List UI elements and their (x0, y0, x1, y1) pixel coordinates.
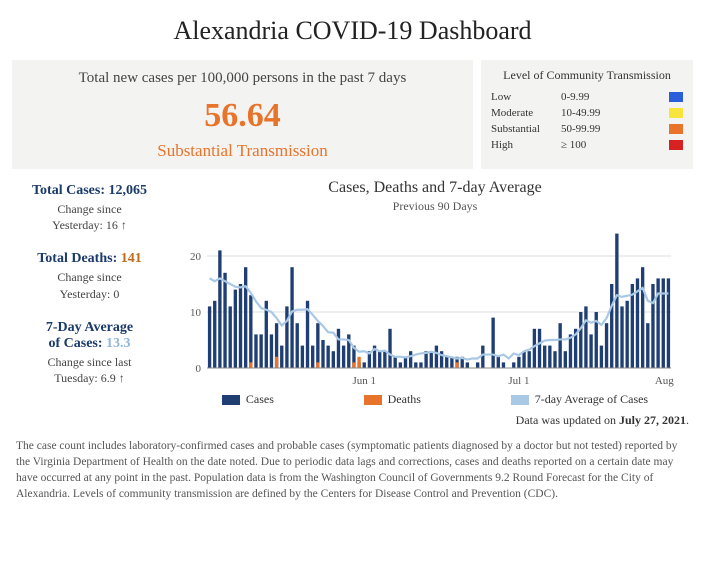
change-value: Yesterday: 16 (52, 218, 127, 232)
metric-box: Total new cases per 100,000 persons in t… (12, 60, 473, 169)
stat-sub: Change since Yesterday: 0 (12, 269, 167, 301)
stat-value: 141 (121, 251, 142, 266)
legend-name: High (491, 139, 561, 151)
stat-sub: Change since last Tuesday: 6.9 (12, 354, 167, 386)
change-line: Yesterday: 0 (12, 286, 167, 302)
legend-row-high: High ≥ 100 (491, 137, 683, 153)
svg-text:10: 10 (190, 307, 202, 319)
chart-title: Cases, Deaths and 7-day Average (177, 179, 693, 197)
change-value: Tuesday: 6.9 (54, 371, 125, 385)
stat-label: Total Deaths: (37, 251, 121, 266)
legend-item-deaths: Deaths (364, 392, 421, 407)
stat-head: Total Cases: 12,065 (12, 183, 167, 199)
main-row: Total Cases: 12,065 Change since Yesterd… (12, 179, 693, 407)
legend-row-substantial: Substantial 50-99.99 (491, 121, 683, 137)
legend-swatch-deaths-icon (364, 395, 382, 405)
metric-status: Substantial Transmission (24, 141, 461, 161)
page-title: Alexandria COVID-19 Dashboard (12, 16, 693, 46)
summary-row: Total new cases per 100,000 persons in t… (12, 60, 693, 169)
transmission-legend: Level of Community Transmission Low 0-9.… (481, 60, 693, 169)
svg-text:20: 20 (190, 251, 202, 263)
change-line: Change since (12, 201, 167, 217)
metric-label: Total new cases per 100,000 persons in t… (24, 70, 461, 87)
change-value: Yesterday: 0 (60, 287, 120, 301)
swatch-substantial-icon (669, 124, 683, 134)
stat-value: 13.3 (106, 336, 131, 351)
change-line: Change since last (12, 354, 167, 370)
stat-value: 12,065 (109, 183, 148, 198)
change-line: Yesterday: 16 (12, 217, 167, 233)
legend-row-moderate: Moderate 10-49.99 (491, 105, 683, 121)
legend-swatch-cases-icon (222, 395, 240, 405)
stats-column: Total Cases: 12,065 Change since Yesterd… (12, 179, 167, 407)
legend-name: Low (491, 91, 561, 103)
stat-label: of Cases: 13.3 (12, 336, 167, 352)
chart-column: Cases, Deaths and 7-day Average Previous… (177, 179, 693, 407)
legend-name: Substantial (491, 123, 561, 135)
legend-range: 50-99.99 (561, 123, 669, 135)
chart-legend: Cases Deaths 7-day Average of Cases (177, 392, 693, 407)
svg-text:Jun 1: Jun 1 (352, 375, 376, 387)
legend-swatch-avg-icon (511, 395, 529, 405)
footnote: The case count includes laboratory-confi… (12, 438, 693, 502)
swatch-low-icon (669, 92, 683, 102)
svg-text:Aug 1: Aug 1 (655, 375, 677, 387)
metric-value: 56.64 (24, 97, 461, 135)
stat-sub: Change since Yesterday: 16 (12, 201, 167, 233)
svg-text:0: 0 (196, 363, 202, 375)
stat-label: 7-Day Average (12, 320, 167, 336)
stat-label: Total Cases: (32, 183, 109, 198)
legend-item-cases: Cases (222, 392, 274, 407)
stat-head: 7-Day Average of Cases: 13.3 (12, 320, 167, 352)
legend-range: 0-9.99 (561, 91, 669, 103)
swatch-moderate-icon (669, 108, 683, 118)
stat-head: Total Deaths: 141 (12, 251, 167, 267)
legend-title: Level of Community Transmission (491, 68, 683, 83)
change-line: Tuesday: 6.9 (12, 370, 167, 386)
legend-name: Moderate (491, 107, 561, 119)
legend-row-low: Low 0-9.99 (491, 89, 683, 105)
chart-svg: 0 10 20 Jun 1 Jul 1 Aug 1 (177, 220, 677, 390)
legend-item-avg: 7-day Average of Cases (511, 392, 648, 407)
swatch-high-icon (669, 140, 683, 150)
stat-7day-avg: 7-Day Average of Cases: 13.3 Change sinc… (12, 320, 167, 386)
legend-range: 10-49.99 (561, 107, 669, 119)
legend-range: ≥ 100 (561, 139, 669, 151)
change-line: Change since (12, 269, 167, 285)
updated-text: Data was updated on July 27, 2021. (16, 413, 689, 428)
stat-total-cases: Total Cases: 12,065 Change since Yesterd… (12, 183, 167, 233)
svg-text:Jul 1: Jul 1 (508, 375, 529, 387)
chart-subtitle: Previous 90 Days (177, 199, 693, 214)
stat-total-deaths: Total Deaths: 141 Change since Yesterday… (12, 251, 167, 301)
